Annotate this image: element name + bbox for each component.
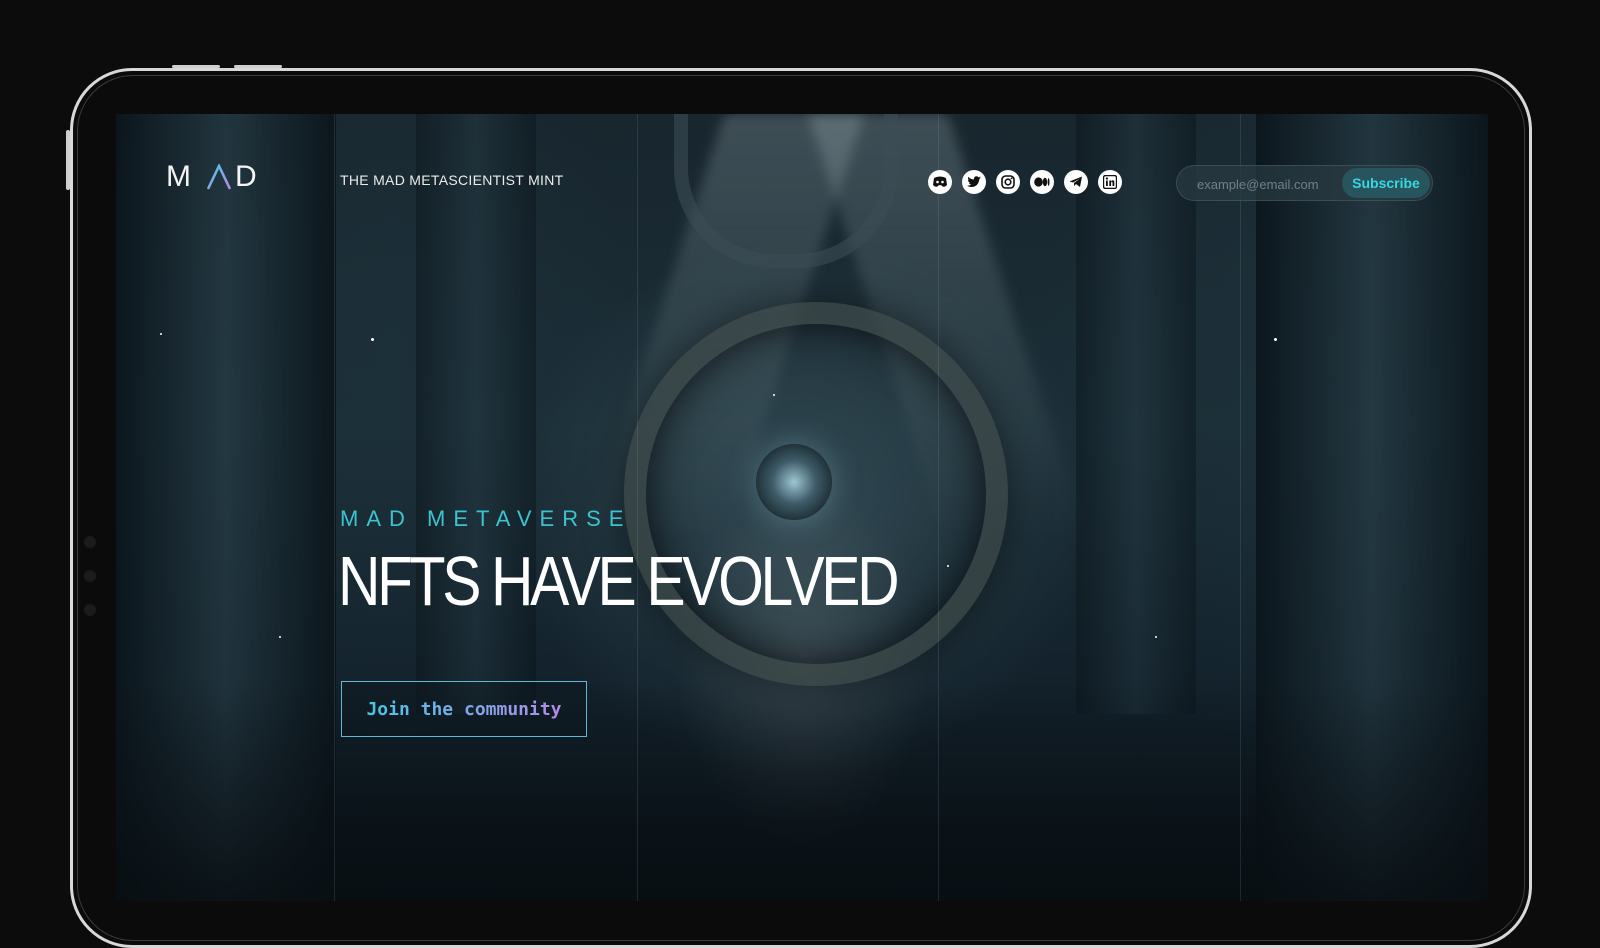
email-input[interactable] bbox=[1195, 174, 1339, 194]
portal-core bbox=[756, 444, 832, 520]
logo-letter-d: D bbox=[235, 160, 267, 193]
instagram-icon[interactable] bbox=[996, 170, 1020, 194]
subscribe-form: Subscribe bbox=[1176, 165, 1433, 201]
background-pillar bbox=[416, 114, 536, 714]
hero-headline: NFTS HAVE EVOLVED bbox=[338, 542, 900, 620]
star-dot bbox=[371, 338, 374, 341]
medium-icon[interactable] bbox=[1030, 170, 1054, 194]
grid-line bbox=[938, 114, 939, 901]
grid-line bbox=[334, 114, 335, 901]
top-button bbox=[172, 65, 220, 68]
hero-eyebrow: MAD METAVERSE bbox=[340, 506, 632, 531]
star-dot bbox=[1274, 338, 1277, 341]
floor-shadow bbox=[116, 681, 1488, 901]
side-button bbox=[66, 130, 70, 190]
grid-line bbox=[637, 114, 638, 901]
star-dot bbox=[947, 565, 949, 567]
social-links bbox=[928, 170, 1122, 194]
linkedin-icon[interactable] bbox=[1098, 170, 1122, 194]
discord-icon[interactable] bbox=[928, 170, 952, 194]
top-button bbox=[234, 65, 282, 68]
star-dot bbox=[160, 333, 162, 335]
device-sensors bbox=[84, 536, 96, 638]
telegram-icon[interactable] bbox=[1064, 170, 1088, 194]
mad-logo[interactable]: M D bbox=[166, 160, 267, 194]
logo-letter-m: M bbox=[166, 160, 201, 193]
join-community-label: Join the community bbox=[366, 698, 562, 720]
star-dot bbox=[1155, 636, 1157, 638]
grid-line bbox=[1240, 114, 1241, 901]
background-pillar bbox=[1076, 114, 1196, 714]
star-dot bbox=[279, 636, 281, 638]
twitter-icon[interactable] bbox=[962, 170, 986, 194]
star-dot bbox=[773, 394, 775, 396]
logo-triangle-icon bbox=[207, 164, 231, 190]
website-screen: M D THE MAD METASCIENTIST MINT example@e… bbox=[116, 114, 1488, 901]
join-community-button[interactable]: Join the community bbox=[341, 681, 587, 737]
subscribe-button[interactable]: Subscribe bbox=[1342, 168, 1430, 198]
site-tagline: THE MAD METASCIENTIST MINT bbox=[340, 172, 564, 188]
